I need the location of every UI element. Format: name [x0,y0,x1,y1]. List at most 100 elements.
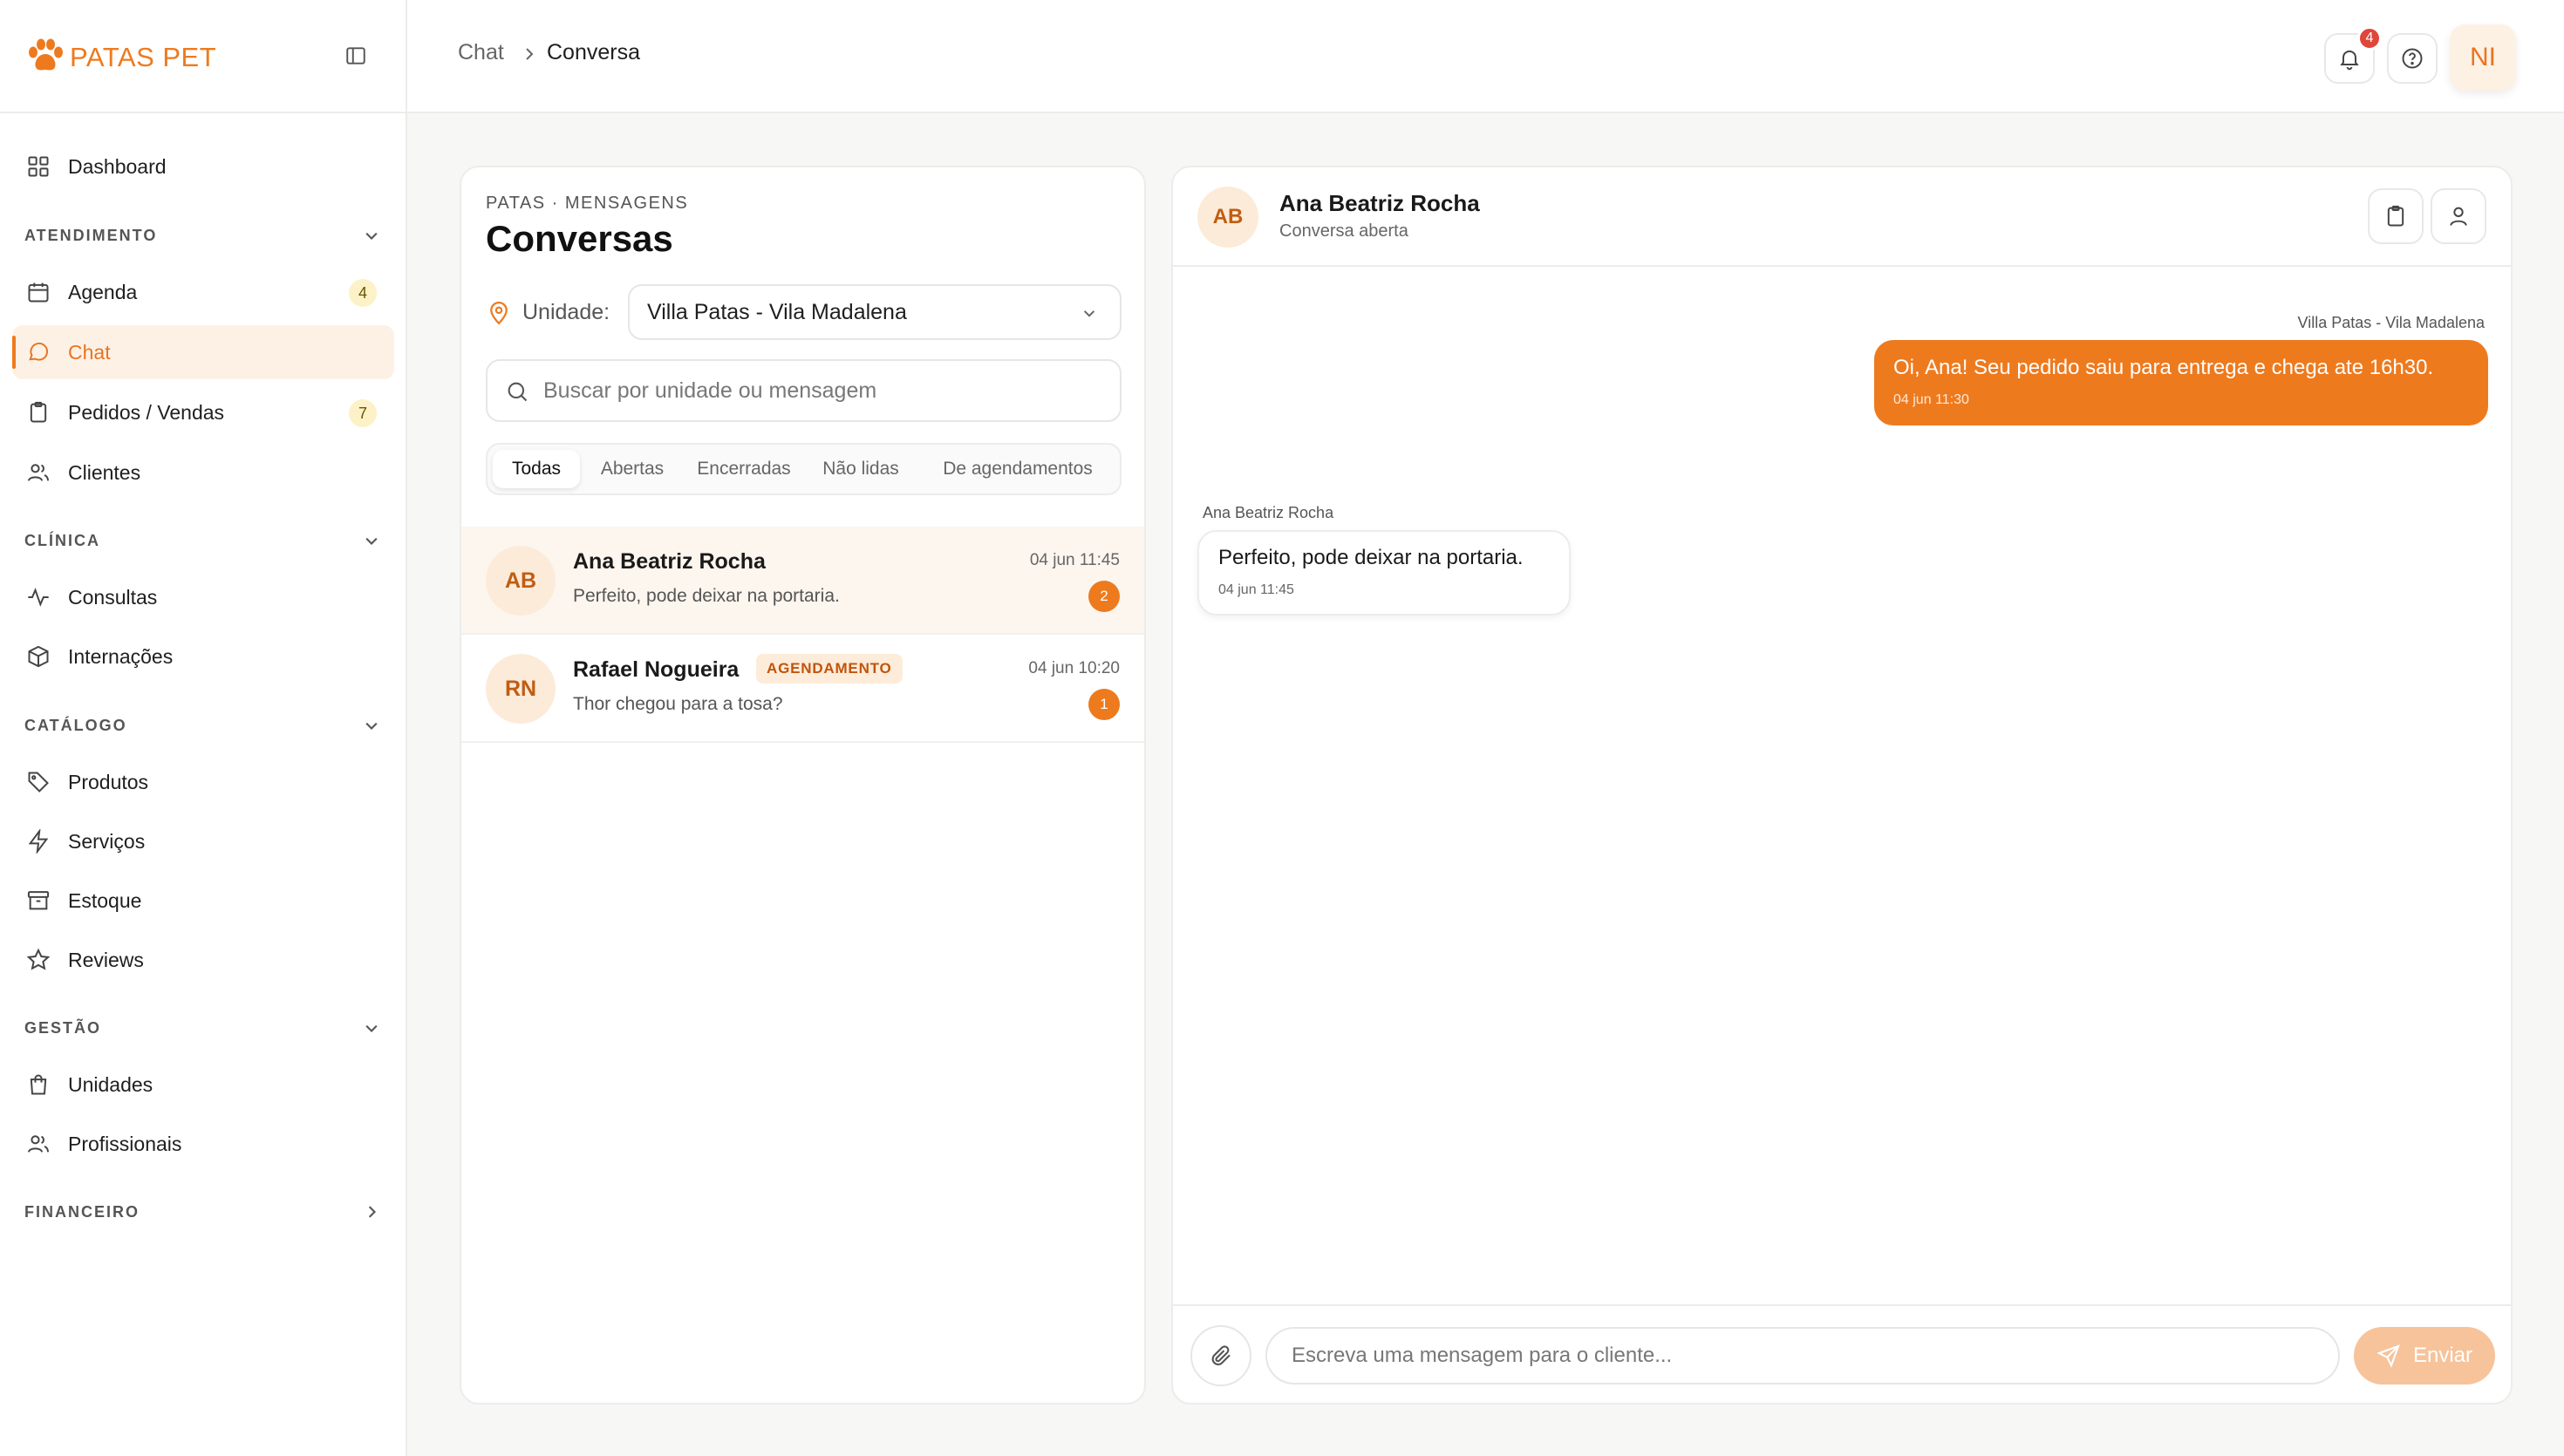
activity-icon [28,588,49,607]
tag-icon [28,772,49,793]
star-icon [26,948,51,970]
chevron-right-icon [368,1206,376,1218]
chevron-down-icon [365,1024,378,1032]
tab-de-agendamentos[interactable]: De agendamentos [918,450,1117,488]
user-icon [2450,207,2467,226]
section-title: CLÍNICA [24,531,100,549]
help-circle-icon [2402,48,2423,69]
sidebar-item-label: Reviews [68,948,144,971]
breadcrumb-current: Conversa [547,40,640,65]
sidebar-item-consultas[interactable]: Consultas [12,570,394,624]
unit-select[interactable]: Villa Patas - Vila Madalena [628,284,1122,340]
sidebar-item-clientes[interactable]: Clientes [12,446,394,500]
tab-abertas[interactable]: Abertas [589,450,676,488]
sidebar: PATAS PET Dashboard ATENDIMENTO Agenda 4… [0,0,407,1456]
contact-name: Ana Beatriz Rocha [573,549,766,574]
unread-count-badge: 2 [1088,581,1120,612]
section-title: FINANCEIRO [24,1202,140,1221]
shopping-bag-icon [30,1074,47,1095]
conversation-item[interactable]: AB Ana Beatriz Rocha Perfeito, pode deix… [461,527,1144,635]
map-pin-icon [490,302,508,325]
sidebar-item-label: Profissionais [68,1132,182,1155]
sidebar-item-internacoes[interactable]: Internações [12,629,394,684]
agendamento-tag: AGENDAMENTO [756,654,903,684]
unit-select-value: Villa Patas - Vila Madalena [647,299,907,324]
sidebar-item-servicos[interactable]: Serviços [12,814,394,868]
sidebar-toggle-button[interactable] [342,42,370,70]
section-catalogo[interactable]: CATÁLOGO [24,708,384,743]
message-sender: Villa Patas - Vila Madalena [2297,314,2485,331]
notification-count-badge: 4 [2357,26,2382,51]
contact-name: Ana Beatriz Rocha [1279,190,1480,216]
chevron-right-icon [526,48,534,60]
notifications-button[interactable]: 4 [2324,26,2382,84]
paw-icon [29,38,63,71]
search-icon [508,382,528,402]
clipboard-icon [30,401,47,423]
conversation-item[interactable]: RN Rafael Nogueira AGENDAMENTO Thor cheg… [461,635,1144,743]
box-icon [28,645,49,668]
sidebar-item-pedidos-vendas[interactable]: Pedidos / Vendas 7 [12,385,394,439]
sidebar-item-label: Chat [68,340,111,364]
contact-avatar: AB [1197,187,1258,248]
section-financeiro[interactable]: FINANCEIRO [24,1194,384,1229]
sidebar-item-label: Dashboard [68,154,167,178]
lightning-icon [28,829,49,854]
conversations-panel: PATAS · MENSAGENS Conversas Unidade: Vil… [460,166,1146,1405]
sidebar-item-produtos[interactable]: Produtos [12,755,394,809]
send-icon [2376,1344,2400,1368]
orders-button[interactable] [2368,188,2424,244]
chevron-down-icon [1083,310,1095,317]
section-title: CATÁLOGO [24,716,127,734]
sidebar-item-chat[interactable]: Chat [12,325,394,379]
topbar: Chat Conversa 4 NI [407,0,2564,113]
conversation-time: 04 jun 10:20 [1028,659,1120,677]
search-input[interactable] [543,370,1101,412]
contact-name: Rafael Nogueira [573,657,740,682]
breadcrumb-chat[interactable]: Chat [458,40,504,65]
incoming-message: Perfeito, pode deixar na portaria. 04 ju… [1197,530,1571,616]
conversation-time: 04 jun 11:45 [1029,551,1120,569]
sidebar-item-label: Pedidos / Vendas [68,400,225,424]
section-clinica[interactable]: CLÍNICA [24,523,384,558]
chat-header: AB Ana Beatriz Rocha Conversa aberta [1173,167,2511,267]
attach-button[interactable] [1190,1325,1251,1386]
help-button[interactable] [2387,33,2438,84]
sidebar-item-dashboard[interactable]: Dashboard [12,139,394,194]
message-sender: Ana Beatriz Rocha [1203,504,1334,521]
section-gestao[interactable]: GESTÃO [24,1010,384,1045]
sidebar-item-label: Clientes [68,460,141,484]
sidebar-item-label: Estoque [68,888,142,912]
sidebar-item-agenda[interactable]: Agenda 4 [12,265,394,319]
unit-label: Unidade: [522,300,610,324]
section-atendimento[interactable]: ATENDIMENTO [24,218,384,253]
chevron-down-icon [365,232,378,240]
page-title: Conversas [486,218,673,259]
bell-icon [2340,50,2359,71]
sidebar-item-estoque[interactable]: Estoque [12,874,394,928]
tab-encerradas[interactable]: Encerradas [685,450,803,488]
message-input[interactable] [1265,1327,2340,1385]
tab-nao-lidas[interactable]: Não lidas [812,450,910,488]
users-icon [27,1135,50,1153]
filter-tabs: Todas Abertas Encerradas Não lidas De ag… [486,443,1122,495]
sidebar-item-label: Unidades [68,1072,153,1096]
sidebar-item-reviews[interactable]: Reviews [12,933,394,987]
sidebar-item-profissionais[interactable]: Profissionais [12,1117,394,1171]
clipboard-icon [2387,205,2404,227]
paperclip-icon [1211,1345,1231,1366]
sidebar-item-label: Serviços [68,829,146,853]
client-profile-button[interactable] [2431,188,2486,244]
sidebar-item-label: Produtos [68,770,149,793]
message-text: Perfeito, pode deixar na portaria. [1218,546,1524,569]
chevron-down-icon [365,537,378,545]
user-avatar[interactable]: NI [2450,24,2516,91]
avatar: RN [486,654,556,724]
sidebar-item-unidades[interactable]: Unidades [12,1058,394,1112]
pedidos-count-badge: 7 [349,399,377,427]
send-button[interactable]: Enviar [2354,1327,2495,1385]
tab-todas[interactable]: Todas [493,450,580,488]
brand-name: PATAS PET [70,42,217,72]
message-time: 04 jun 11:45 [1218,582,1294,597]
avatar: AB [486,546,556,616]
